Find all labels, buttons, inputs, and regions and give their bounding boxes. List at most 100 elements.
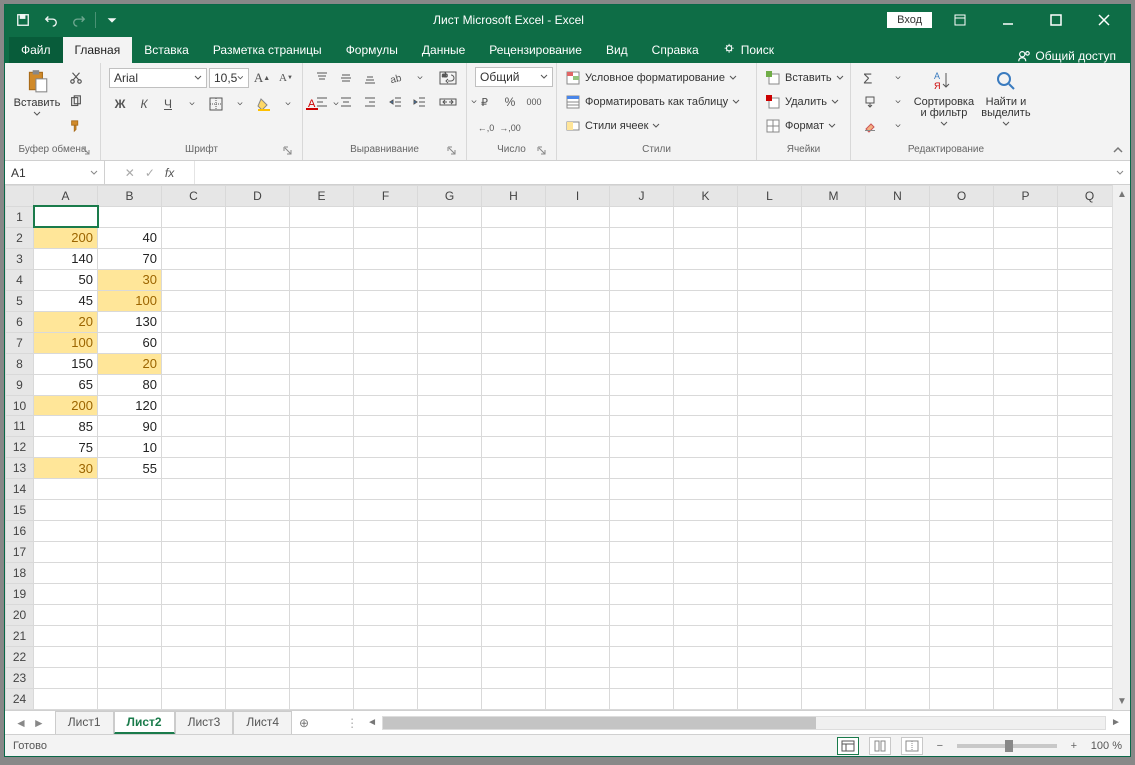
cell-C15[interactable] [162,500,226,521]
name-box[interactable]: A1 [5,161,105,184]
cell-L3[interactable] [738,248,802,269]
column-header[interactable]: M [802,186,866,207]
cell-P15[interactable] [994,500,1058,521]
cell-A16[interactable] [34,521,98,542]
zoom-in-button[interactable]: + [1067,740,1081,752]
clear-icon[interactable] [859,115,881,137]
sheet-nav-prev-icon[interactable]: ◄ [15,716,27,730]
cell-I7[interactable] [546,332,610,353]
cell-P8[interactable] [994,353,1058,374]
cell-K11[interactable] [674,416,738,437]
cell-H6[interactable] [482,311,546,332]
cell-J1[interactable] [610,206,674,227]
cell-M1[interactable] [802,206,866,227]
row-header[interactable]: 18 [6,563,34,584]
cell-G12[interactable] [418,437,482,458]
column-header[interactable]: C [162,186,226,207]
cell-L22[interactable] [738,646,802,667]
cell-F12[interactable] [354,437,418,458]
cell-E9[interactable] [290,374,354,395]
format-painter-icon[interactable] [65,115,87,137]
cell-J12[interactable] [610,437,674,458]
cell-O18[interactable] [930,563,994,584]
row-header[interactable]: 20 [6,605,34,626]
cell-G4[interactable] [418,269,482,290]
cut-icon[interactable] [65,67,87,89]
cell-B2[interactable]: 40 [98,227,162,248]
cell-M2[interactable] [802,227,866,248]
cell-D15[interactable] [226,500,290,521]
save-icon[interactable] [11,8,35,32]
cell-D5[interactable] [226,290,290,311]
cell-N7[interactable] [866,332,930,353]
cell-N15[interactable] [866,500,930,521]
cell-H16[interactable] [482,521,546,542]
cell-J7[interactable] [610,332,674,353]
underline-button[interactable]: Ч [157,93,179,115]
align-bottom-icon[interactable] [359,67,381,89]
cell-B4[interactable]: 30 [98,269,162,290]
cell-B6[interactable]: 130 [98,311,162,332]
cell-P12[interactable] [994,437,1058,458]
cell-M24[interactable] [802,688,866,709]
cell-E3[interactable] [290,248,354,269]
cell-N17[interactable] [866,542,930,563]
align-middle-icon[interactable] [335,67,357,89]
format-cells-button[interactable]: Формат [765,115,836,137]
cell-L18[interactable] [738,563,802,584]
column-header[interactable]: D [226,186,290,207]
cell-A12[interactable]: 75 [34,437,98,458]
cell-F15[interactable] [354,500,418,521]
row-header[interactable]: 14 [6,479,34,500]
delete-cells-button[interactable]: Удалить [765,91,839,113]
cell-G5[interactable] [418,290,482,311]
cell-H3[interactable] [482,248,546,269]
cell-I19[interactable] [546,584,610,605]
cell-B5[interactable]: 100 [98,290,162,311]
cell-A19[interactable] [34,584,98,605]
cell-M5[interactable] [802,290,866,311]
cell-J20[interactable] [610,605,674,626]
cell-G19[interactable] [418,584,482,605]
cell-J21[interactable] [610,626,674,647]
clear-dropdown[interactable] [887,115,909,137]
row-header[interactable]: 9 [6,374,34,395]
cell-G10[interactable] [418,395,482,416]
row-header[interactable]: 21 [6,626,34,647]
cell-M17[interactable] [802,542,866,563]
new-sheet-button[interactable]: ⊕ [292,716,316,730]
cell-O17[interactable] [930,542,994,563]
zoom-slider[interactable] [957,744,1057,748]
cell-G17[interactable] [418,542,482,563]
cell-F3[interactable] [354,248,418,269]
cell-N16[interactable] [866,521,930,542]
cell-C13[interactable] [162,458,226,479]
cell-I16[interactable] [546,521,610,542]
cell-J22[interactable] [610,646,674,667]
percent-format-icon[interactable]: % [499,91,521,113]
cell-P4[interactable] [994,269,1058,290]
cell-L2[interactable] [738,227,802,248]
qat-customize-icon[interactable] [100,8,124,32]
cell-L13[interactable] [738,458,802,479]
cell-F8[interactable] [354,353,418,374]
cell-A14[interactable] [34,479,98,500]
sheet-tab[interactable]: Лист4 [233,711,292,734]
cell-J2[interactable] [610,227,674,248]
cell-L7[interactable] [738,332,802,353]
sort-filter-button[interactable]: AЯ Сортировка и фильтр [913,67,975,127]
cell-H2[interactable] [482,227,546,248]
cell-M13[interactable] [802,458,866,479]
cell-K18[interactable] [674,563,738,584]
cell-P2[interactable] [994,227,1058,248]
cell-A17[interactable] [34,542,98,563]
cell-K12[interactable] [674,437,738,458]
orientation-dropdown[interactable] [409,67,431,89]
sheet-tab[interactable]: Лист2 [114,711,175,734]
autosum-icon[interactable]: Σ [859,67,881,89]
cell-C4[interactable] [162,269,226,290]
cell-F22[interactable] [354,646,418,667]
cell-E24[interactable] [290,688,354,709]
row-header[interactable]: 8 [6,353,34,374]
cell-D20[interactable] [226,605,290,626]
